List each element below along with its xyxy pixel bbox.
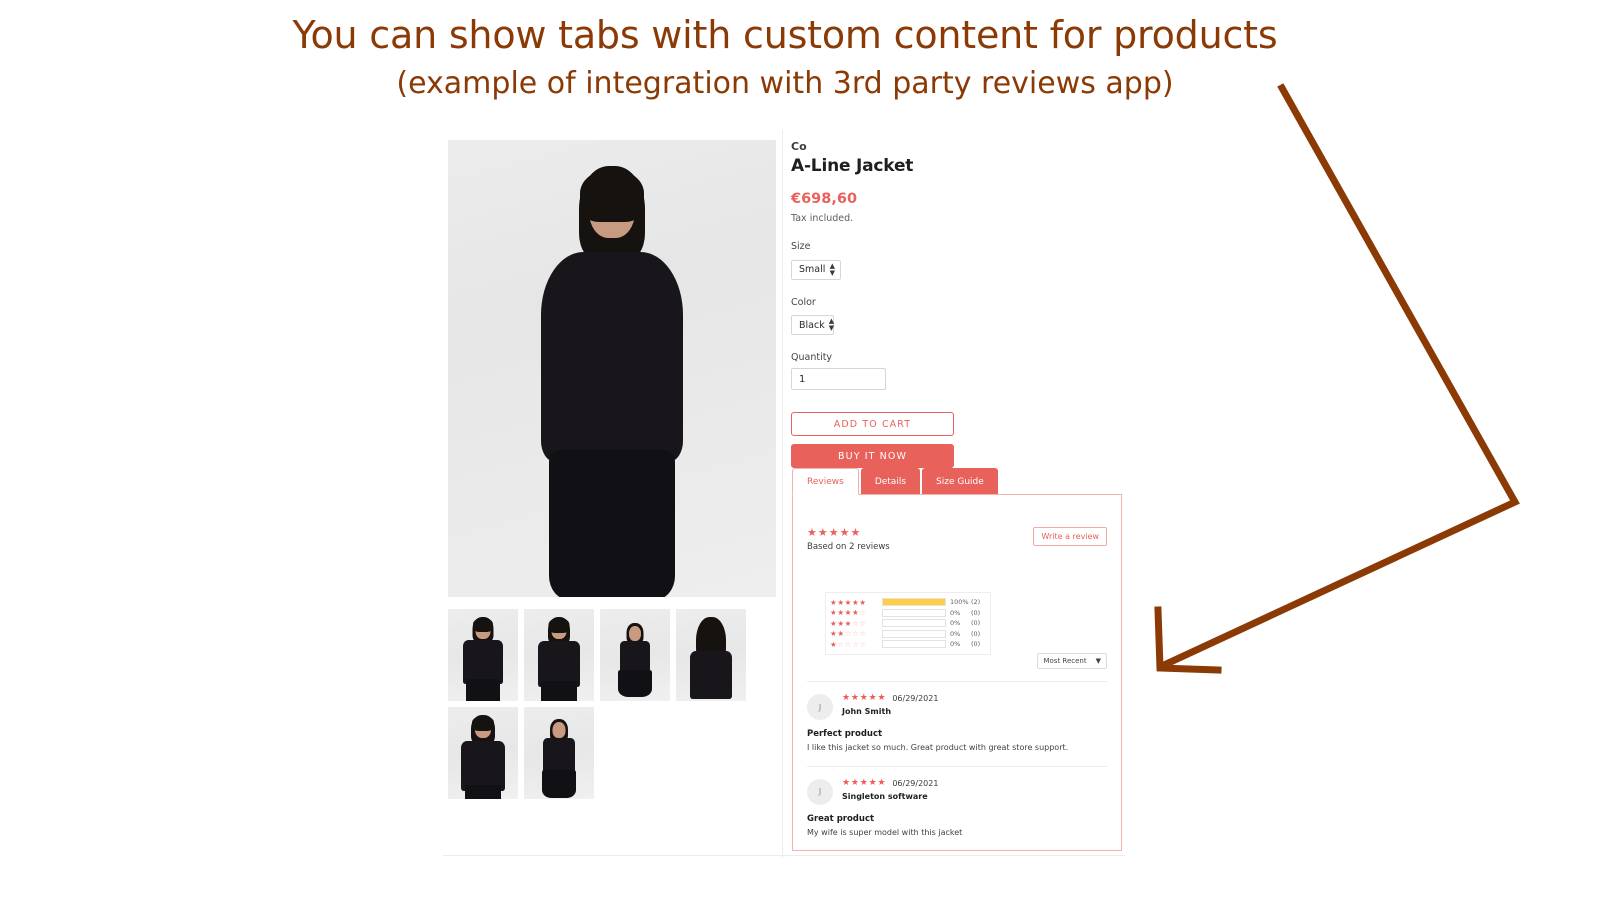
histogram-bar-4: [882, 608, 946, 617]
thumbnail-list: [448, 609, 780, 799]
review-body: My wife is super model with this jacket: [807, 827, 963, 837]
histogram-row-2[interactable]: ★★☆☆☆ 0% (0): [830, 629, 986, 640]
histogram-bar-3: [882, 619, 946, 628]
histogram-percent-5: 100%: [950, 598, 969, 607]
list-item: J ★★★★★ 06/29/2021 Singleton software Gr…: [807, 765, 1107, 839]
color-select-value: Black: [799, 319, 825, 331]
size-select-value: Small: [799, 264, 826, 275]
tax-note: Tax included.: [791, 213, 854, 224]
list-item[interactable]: [676, 609, 746, 701]
page-bottom-divider: [443, 855, 1125, 856]
histogram-percent-1: 0%: [950, 640, 961, 649]
list-item[interactable]: [524, 609, 594, 701]
review-body: I like this jacket so much. Great produc…: [807, 743, 1069, 752]
list-item[interactable]: [600, 609, 670, 701]
histogram-bar-5: [882, 598, 946, 607]
average-rating-stars: ★★★★★: [807, 526, 862, 539]
product-gallery: [448, 140, 778, 799]
histogram-count-4: (0): [971, 608, 981, 617]
quantity-input[interactable]: 1: [791, 368, 886, 390]
review-author: John Smith: [842, 707, 892, 716]
histogram-stars-4: ★★★★☆: [830, 608, 867, 618]
avatar: J: [807, 694, 833, 720]
color-select[interactable]: Black ▲ ▼: [791, 315, 834, 335]
product-tabs: Reviews Details Size Guide: [792, 468, 998, 495]
histogram-row-3[interactable]: ★★★☆☆ 0% (0): [830, 618, 986, 629]
avatar: J: [807, 778, 833, 805]
product-vendor: Co: [791, 140, 807, 153]
rating-histogram: ★★★★★ 100% (2) ★★★★☆ 0% (0) ★★★☆☆ 0% (0)…: [825, 592, 991, 655]
quantity-label: Quantity: [791, 352, 833, 363]
list-item[interactable]: [448, 609, 518, 701]
annotation-subheadline: (example of integration with 3rd party r…: [396, 66, 1174, 101]
quantity-value: 1: [799, 373, 806, 385]
chevron-down-icon: ▼: [1095, 657, 1101, 665]
buy-it-now-label: BUY IT NOW: [838, 450, 907, 462]
histogram-stars-2: ★★☆☆☆: [830, 629, 867, 639]
list-item[interactable]: [524, 707, 594, 799]
histogram-count-5: (2): [971, 598, 981, 607]
reviews-summary: ★★★★★ Based on 2 reviews Write a review: [807, 527, 1107, 552]
review-date: 06/29/2021: [892, 694, 939, 703]
column-divider: [782, 130, 783, 858]
review-count-text: Based on 2 reviews: [807, 542, 890, 552]
screenshot-stage: You can show tabs with custom content fo…: [0, 0, 1600, 900]
buy-it-now-button[interactable]: BUY IT NOW: [791, 444, 954, 468]
list-item[interactable]: [448, 707, 518, 799]
main-product-image[interactable]: [448, 140, 776, 597]
add-to-cart-label: ADD TO CART: [833, 418, 912, 430]
product-info: Co A-Line Jacket €698,60 Tax included. S…: [791, 140, 1121, 468]
histogram-count-2: (0): [971, 629, 981, 638]
write-review-button[interactable]: Write a review: [1033, 527, 1107, 546]
sort-dropdown[interactable]: Most Recent ▼: [1037, 653, 1107, 669]
review-title: Great product: [807, 813, 875, 824]
chevron-updown-icon: ▲ ▼: [828, 317, 835, 332]
histogram-stars-5: ★★★★★: [830, 597, 867, 607]
histogram-stars-3: ★★★☆☆: [830, 618, 867, 628]
reviews-panel: ★★★★★ Based on 2 reviews Write a review …: [792, 494, 1122, 851]
sort-dropdown-value: Most Recent: [1043, 657, 1087, 665]
avatar-initial: J: [818, 787, 822, 797]
tab-size-guide-label: Size Guide: [936, 476, 984, 487]
histogram-row-4[interactable]: ★★★★☆ 0% (0): [830, 608, 986, 619]
annotation-headline: You can show tabs with custom content fo…: [292, 13, 1278, 57]
review-date: 06/29/2021: [892, 778, 939, 788]
histogram-percent-2: 0%: [950, 629, 961, 638]
write-review-label: Write a review: [1041, 532, 1099, 541]
histogram-percent-4: 0%: [950, 608, 961, 617]
histogram-row-1[interactable]: ★☆☆☆☆ 0% (0): [830, 639, 986, 650]
product-price: €698,60: [791, 191, 858, 207]
add-to-cart-button[interactable]: ADD TO CART: [791, 412, 954, 436]
review-stars: ★★★★★: [842, 777, 887, 788]
review-list: J ★★★★★ 06/29/2021 John Smith Perfect pr…: [807, 681, 1107, 839]
review-title: Perfect product: [807, 729, 883, 739]
avatar-initial: J: [818, 702, 822, 712]
chevron-updown-icon: ▲ ▼: [829, 261, 835, 277]
histogram-bar-2: [882, 629, 946, 638]
tab-reviews-label: Reviews: [807, 476, 844, 487]
histogram-bar-1: [882, 640, 946, 649]
size-select[interactable]: Small ▲ ▼: [791, 259, 841, 280]
histogram-count-1: (0): [971, 640, 981, 649]
annotation-arrow-icon: [1154, 83, 1520, 674]
tab-details[interactable]: Details: [860, 468, 921, 495]
list-item: J ★★★★★ 06/29/2021 John Smith Perfect pr…: [807, 681, 1107, 754]
histogram-count-3: (0): [971, 619, 981, 628]
size-label: Size: [791, 241, 811, 252]
histogram-stars-1: ★☆☆☆☆: [830, 639, 867, 649]
review-stars: ★★★★★: [842, 693, 887, 703]
review-author: Singleton software: [842, 791, 928, 801]
color-label: Color: [791, 296, 816, 308]
tab-reviews[interactable]: Reviews: [792, 468, 859, 495]
histogram-percent-3: 0%: [950, 619, 961, 628]
tab-details-label: Details: [874, 476, 907, 487]
histogram-row-5[interactable]: ★★★★★ 100% (2): [830, 597, 986, 608]
page-title: A-Line Jacket: [791, 156, 914, 176]
tab-size-guide[interactable]: Size Guide: [922, 468, 998, 495]
